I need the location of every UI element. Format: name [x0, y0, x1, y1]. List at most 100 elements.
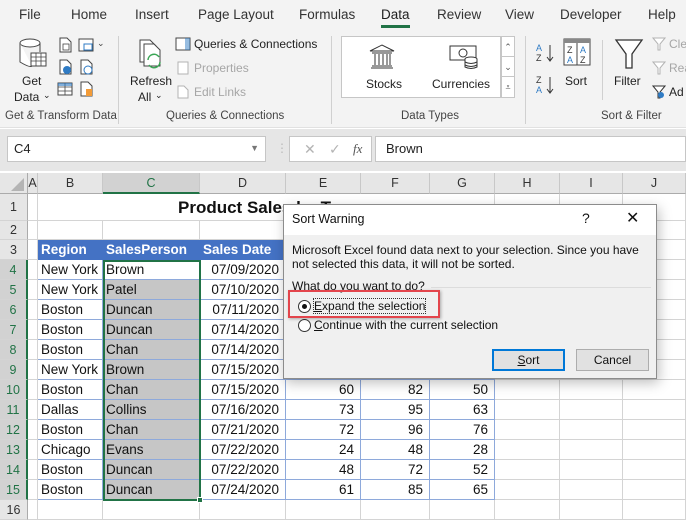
row-header-15[interactable]: 15 — [0, 480, 28, 500]
continue-selection-option[interactable]: Continue with the current selection — [298, 318, 498, 332]
stocks-button[interactable]: Stocks — [352, 39, 412, 95]
cell[interactable] — [361, 500, 430, 520]
cell-value[interactable]: 48 — [361, 440, 430, 460]
cell[interactable] — [28, 360, 38, 380]
from-text-csv-icon[interactable] — [57, 37, 73, 53]
column-header-c[interactable]: C — [103, 173, 200, 194]
formula-input[interactable]: Brown — [375, 136, 686, 162]
cell-value[interactable]: 96 — [361, 420, 430, 440]
cell[interactable] — [560, 440, 623, 460]
cell-salesperson[interactable]: Collins — [103, 400, 200, 420]
tab-page-layout[interactable]: Page Layout — [198, 7, 274, 22]
data-types-scroll[interactable]: ⌃ ⌄ ⩡ — [501, 36, 515, 98]
cell-value[interactable]: 52 — [430, 460, 495, 480]
tab-view[interactable]: View — [505, 7, 534, 22]
from-web-icon[interactable] — [57, 59, 73, 75]
row-header-16[interactable]: 16 — [0, 500, 28, 520]
edit-links-button[interactable]: Edit Links — [175, 85, 246, 99]
cell-region[interactable]: Boston — [38, 380, 103, 400]
column-header-f[interactable]: F — [361, 173, 430, 194]
row-header-4[interactable]: 4 — [0, 260, 28, 280]
cell-value[interactable]: 65 — [430, 480, 495, 500]
cell[interactable] — [28, 400, 38, 420]
cell-sales-date[interactable]: 07/14/2020 — [200, 320, 286, 340]
cell[interactable] — [560, 380, 623, 400]
tab-formulas[interactable]: Formulas — [299, 7, 355, 22]
cell-region[interactable]: Boston — [38, 340, 103, 360]
drag-handle-icon[interactable]: ⋮ — [276, 141, 288, 155]
tab-review[interactable]: Review — [437, 7, 481, 22]
continue-selection-label[interactable]: Continue with the current selection — [314, 318, 498, 332]
cell-value[interactable]: 50 — [430, 380, 495, 400]
cell[interactable] — [38, 221, 103, 240]
dialog-titlebar[interactable]: Sort Warning ? ✕ — [284, 205, 656, 235]
sort-z-to-a-icon[interactable]: Z A — [535, 74, 557, 96]
cell[interactable] — [623, 500, 686, 520]
select-all-corner[interactable] — [0, 173, 28, 194]
cell[interactable] — [28, 260, 38, 280]
cell-value[interactable]: 76 — [430, 420, 495, 440]
cell-sales-date[interactable]: 07/11/2020 — [200, 300, 286, 320]
cell-value[interactable]: 60 — [286, 380, 361, 400]
expand-selection-label[interactable]: Expand the selection — [312, 298, 427, 314]
cell-value[interactable]: 72 — [286, 420, 361, 440]
cell-value[interactable]: 24 — [286, 440, 361, 460]
tab-developer[interactable]: Developer — [560, 7, 622, 22]
from-table-icon[interactable] — [57, 81, 73, 97]
column-header-g[interactable]: G — [430, 173, 495, 194]
cell-region[interactable]: Boston — [38, 420, 103, 440]
cell[interactable] — [560, 480, 623, 500]
cancel-x-icon[interactable]: ✕ — [304, 141, 316, 158]
filter-button[interactable]: Filter — [610, 36, 646, 96]
reapply-button[interactable]: Rea — [652, 61, 686, 75]
insert-function-icon[interactable]: fx — [353, 141, 362, 157]
cell[interactable] — [623, 400, 686, 420]
cell[interactable] — [623, 420, 686, 440]
column-header-i[interactable]: I — [560, 173, 623, 194]
cell[interactable] — [28, 300, 38, 320]
cell-sales-date[interactable]: 07/16/2020 — [200, 400, 286, 420]
cell[interactable] — [560, 400, 623, 420]
cell-region[interactable]: New York — [38, 360, 103, 380]
cell[interactable] — [28, 280, 38, 300]
cell[interactable] — [560, 420, 623, 440]
cell[interactable] — [623, 480, 686, 500]
cell-region[interactable]: New York — [38, 280, 103, 300]
column-header-b[interactable]: B — [38, 173, 103, 194]
advanced-filter-button[interactable]: Ad — [652, 85, 684, 99]
refresh-all-button[interactable]: Refresh All ⌄ — [126, 36, 172, 106]
cell-sales-date[interactable]: 07/15/2020 — [200, 380, 286, 400]
row-header-1[interactable]: 1 — [0, 194, 28, 221]
row-header-9[interactable]: 9 — [0, 360, 28, 380]
column-header-a[interactable]: A — [28, 173, 38, 194]
cell-sales-date[interactable]: 07/22/2020 — [200, 460, 286, 480]
more-icon[interactable]: ⩡ — [502, 77, 514, 97]
cell[interactable] — [28, 460, 38, 480]
cell[interactable] — [103, 221, 200, 240]
cell[interactable] — [28, 380, 38, 400]
currencies-button[interactable]: Currencies — [428, 39, 498, 95]
header-cell-salesperson[interactable]: SalesPerson — [103, 240, 200, 260]
tab-help[interactable]: Help — [648, 7, 676, 22]
cell-salesperson[interactable]: Brown — [103, 260, 200, 280]
row-header-12[interactable]: 12 — [0, 420, 28, 440]
cell[interactable] — [38, 500, 103, 520]
tab-home[interactable]: Home — [71, 7, 107, 22]
cell-salesperson[interactable]: Patel — [103, 280, 200, 300]
cell-sales-date[interactable]: 07/22/2020 — [200, 440, 286, 460]
cell-value[interactable]: 28 — [430, 440, 495, 460]
expand-selection-option[interactable]: Expand the selection — [298, 298, 427, 314]
recent-sources-icon[interactable] — [78, 59, 94, 75]
tab-file[interactable]: File — [19, 7, 41, 22]
cell[interactable] — [495, 440, 560, 460]
column-header-h[interactable]: H — [495, 173, 560, 194]
cell-region[interactable]: Boston — [38, 320, 103, 340]
cell[interactable] — [38, 194, 103, 221]
tab-insert[interactable]: Insert — [135, 7, 169, 22]
cell-salesperson[interactable]: Duncan — [103, 480, 200, 500]
row-header-7[interactable]: 7 — [0, 320, 28, 340]
cell-value[interactable]: 63 — [430, 400, 495, 420]
cell[interactable] — [560, 500, 623, 520]
cell[interactable] — [623, 380, 686, 400]
cell[interactable] — [28, 420, 38, 440]
